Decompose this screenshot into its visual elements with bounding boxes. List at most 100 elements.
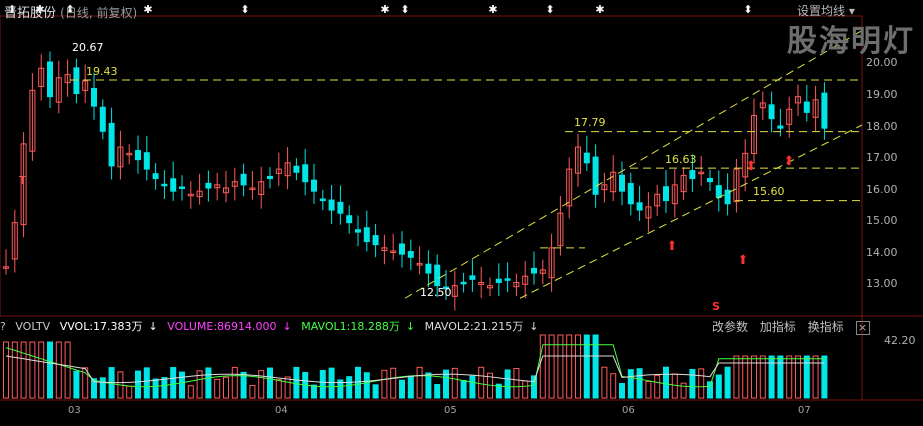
volume-bar bbox=[346, 376, 353, 399]
volume-bar bbox=[29, 341, 36, 399]
candle-body bbox=[707, 177, 713, 183]
mavol1-value: MAVOL1:18.288万 bbox=[301, 320, 400, 333]
candle-body bbox=[152, 173, 159, 180]
add-indicator-button[interactable]: 加指标 bbox=[760, 320, 796, 334]
volume-bar bbox=[821, 355, 828, 399]
volume-bar bbox=[152, 378, 159, 399]
candle-body bbox=[425, 263, 432, 274]
volume-bar bbox=[522, 380, 529, 399]
volume-bar bbox=[425, 372, 432, 399]
volume-bar bbox=[267, 367, 273, 399]
volume-bar bbox=[381, 369, 388, 399]
y-tick-20: 20.00 bbox=[866, 56, 898, 69]
volume-bar bbox=[434, 383, 441, 399]
candle-body bbox=[495, 278, 502, 283]
volume-bar bbox=[355, 366, 361, 399]
level-label-1663: 16.63 bbox=[665, 153, 697, 166]
candle-body bbox=[47, 61, 53, 98]
volume-y-tick-top: 42.20 bbox=[884, 334, 916, 347]
candle-body bbox=[311, 179, 317, 192]
candle-body bbox=[73, 67, 80, 94]
volume-bar bbox=[645, 381, 652, 399]
top-signal-marker: ✱ bbox=[488, 3, 497, 16]
volume-indicator-header: ? VOLTV VVOL:17.383万 ↓ VOLUME:86914.000 ↓ … bbox=[0, 318, 544, 334]
volume-bar bbox=[126, 385, 133, 399]
volume-bar bbox=[205, 367, 212, 399]
level-label-1943: 19.43 bbox=[86, 65, 118, 78]
candle-body bbox=[91, 87, 97, 107]
stock-name: 晋拓股份 bbox=[4, 6, 57, 21]
volume-bar bbox=[478, 366, 485, 399]
volume-bar bbox=[223, 376, 229, 399]
volume-bar bbox=[795, 355, 801, 399]
candle-body bbox=[179, 186, 185, 189]
indicator-toolbar: 改参数 加指标 换指标 × bbox=[704, 318, 870, 335]
close-icon[interactable]: × bbox=[855, 321, 870, 335]
volume-bar bbox=[513, 367, 520, 399]
top-signal-marker: ✱ bbox=[380, 3, 389, 16]
volume-bar bbox=[390, 367, 397, 399]
candle-body bbox=[689, 170, 696, 180]
low-price-label: 12.50 bbox=[420, 286, 452, 299]
y-tick-19: 19.00 bbox=[866, 88, 898, 101]
swap-indicator-button[interactable]: 换指标 bbox=[808, 320, 844, 334]
volume-bar bbox=[724, 366, 731, 399]
volume-bar bbox=[469, 375, 476, 399]
candle-body bbox=[636, 202, 643, 211]
mavol1-line bbox=[5, 344, 825, 388]
candle-body bbox=[99, 106, 106, 132]
y-tick-17: 17.00 bbox=[866, 151, 898, 164]
modify-params-button[interactable]: 改参数 bbox=[712, 320, 748, 334]
down-arrow-icon: ↓ bbox=[529, 320, 539, 333]
t-signal-marker: T bbox=[19, 174, 26, 187]
volume-bar bbox=[751, 355, 757, 399]
candle-body bbox=[434, 264, 441, 287]
candle-body bbox=[302, 164, 309, 183]
s-signal-marker: S bbox=[712, 300, 720, 313]
volume-bar bbox=[451, 367, 458, 399]
volume-bar bbox=[707, 381, 713, 399]
volume-bar bbox=[742, 355, 749, 399]
y-tick-15: 15.00 bbox=[866, 214, 898, 227]
candle-body bbox=[469, 275, 476, 280]
candle-body bbox=[161, 183, 168, 187]
volume-bar bbox=[689, 368, 696, 399]
volume-bar bbox=[161, 377, 168, 399]
volume-bar bbox=[601, 366, 608, 399]
candle-body bbox=[337, 201, 344, 214]
down-arrow-icon: ↓ bbox=[405, 320, 416, 333]
volume-bar bbox=[812, 355, 819, 399]
help-icon[interactable]: ? bbox=[0, 320, 6, 333]
candle-body bbox=[346, 215, 353, 224]
level-label-1779: 17.79 bbox=[574, 116, 606, 129]
candle-body bbox=[504, 278, 511, 281]
candle-body bbox=[531, 267, 537, 274]
volume-bar bbox=[407, 375, 414, 399]
candle-body bbox=[821, 92, 828, 129]
candle-body bbox=[205, 182, 212, 189]
candlestick-chart[interactable]: ⬍ ✱ ⬍ ✱ ⬍ ✱ ⬍ ✱ ⬍ ✱ ⬍⬆⬆⬆ ⬆ bbox=[0, 0, 923, 426]
volume-bar bbox=[671, 373, 678, 399]
x-tick-06: 06 bbox=[622, 405, 635, 416]
volume-bar bbox=[249, 384, 256, 399]
y-tick-13: 13.00 bbox=[866, 277, 898, 290]
top-signal-marker: ✱ bbox=[595, 3, 604, 16]
volume-bar bbox=[55, 341, 62, 399]
vvol-value: VVOL:17.383万 bbox=[59, 320, 143, 333]
top-signal-marker: ⬍ bbox=[400, 3, 409, 16]
candle-body bbox=[170, 178, 177, 192]
volume-bar bbox=[319, 369, 326, 399]
x-tick-03: 03 bbox=[68, 405, 81, 416]
volume-bar bbox=[179, 371, 185, 399]
candle-body bbox=[407, 251, 414, 258]
channel-lower-line bbox=[519, 124, 863, 299]
volume-bar bbox=[275, 379, 282, 399]
volume-bar bbox=[187, 385, 194, 399]
top-signal-marker: ⬍ bbox=[743, 3, 752, 16]
volume-bar bbox=[460, 380, 467, 399]
candle-body bbox=[803, 101, 810, 113]
chart-title: 晋拓股份 (日线, 前复权) bbox=[4, 2, 137, 21]
volume-bar bbox=[416, 366, 423, 399]
down-arrow-icon: ↓ bbox=[148, 320, 158, 333]
volume-bar bbox=[636, 368, 643, 399]
